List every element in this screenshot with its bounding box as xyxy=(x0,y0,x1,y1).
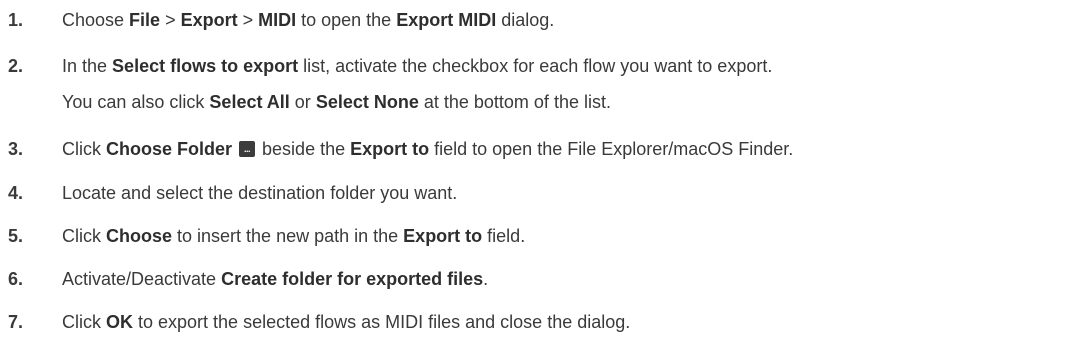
step-number: 1. xyxy=(8,10,24,30)
step-line: You can also click Select All or Select … xyxy=(62,92,611,112)
step-number: 2. xyxy=(8,56,24,76)
step-text: Click Choose to insert the new path in t… xyxy=(62,226,526,246)
step-number: 6. xyxy=(8,269,24,289)
step-number: 4. xyxy=(8,183,24,203)
step-text: Click Choose Folder beside the Export to… xyxy=(62,133,793,165)
ui-term: Select All xyxy=(209,92,290,112)
ui-term: File xyxy=(129,10,161,30)
step-number: 3. xyxy=(8,139,24,159)
step-text: Activate/Deactivate Create folder for ex… xyxy=(62,269,489,289)
ui-term: OK xyxy=(106,312,133,332)
instruction-steps: 1. Choose File > Export > MIDI to open t… xyxy=(0,0,1068,361)
ui-term: Create folder for exported files xyxy=(221,269,484,289)
step-number: 5. xyxy=(8,226,24,246)
step-text: In the Select flows to export list, acti… xyxy=(62,50,772,118)
ui-term: Export to xyxy=(350,139,430,159)
ui-term: Select None xyxy=(315,92,419,112)
step-text: Choose File > Export > MIDI to open the … xyxy=(62,10,555,30)
ui-term: MIDI xyxy=(258,10,297,30)
ui-term: Export xyxy=(180,10,238,30)
step-text: Locate and select the destination folder… xyxy=(62,183,458,203)
ui-term: Export MIDI xyxy=(396,10,497,30)
ui-term: Select flows to export xyxy=(112,56,299,76)
step-number: 7. xyxy=(8,312,24,332)
step-text: Click OK to export the selected flows as… xyxy=(62,312,631,332)
ui-term: Choose xyxy=(106,226,173,246)
ui-term: Choose Folder xyxy=(106,139,233,159)
step-line: In the Select flows to export list, acti… xyxy=(62,56,773,76)
ui-term: Export to xyxy=(403,226,483,246)
ellipsis-folder-icon xyxy=(239,141,256,157)
